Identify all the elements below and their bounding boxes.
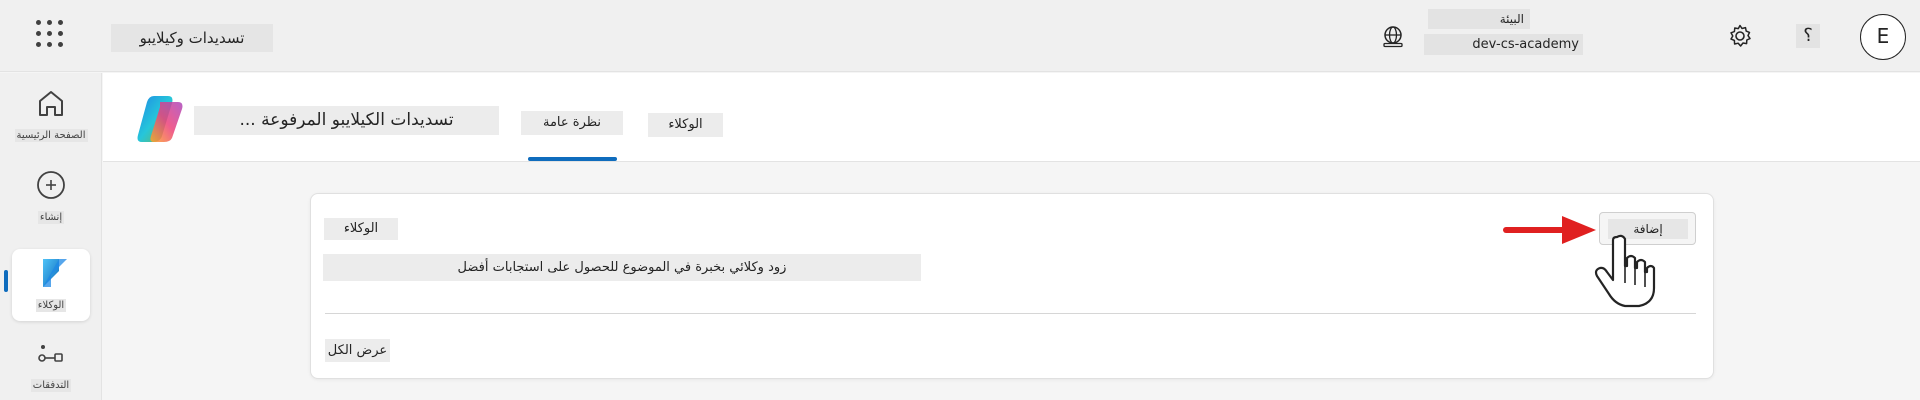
avatar[interactable]: E xyxy=(1860,14,1906,60)
show-all-link[interactable]: عرض الكل xyxy=(325,339,390,362)
environment-name[interactable]: dev-cs-academy xyxy=(1424,34,1583,55)
rail-item-label: الصفحة الرئيسية xyxy=(14,129,88,142)
rail-selection-indicator xyxy=(4,270,8,292)
top-bar: تسديدات وكيلايبو البيئة dev-cs-academy ؟… xyxy=(0,0,1920,72)
rail-item-agents[interactable]: الوكلاء xyxy=(12,249,90,321)
pointer-hand-icon xyxy=(1594,234,1656,308)
app-name[interactable]: تسديدات وكيلايبو xyxy=(111,24,273,52)
divider xyxy=(325,313,1696,314)
agent-title: ... تسديدات الكيلايبو المرفوعة xyxy=(194,106,499,135)
rail-item-label: إنشاء xyxy=(37,211,65,224)
selected-tab-indicator xyxy=(528,157,617,161)
rail-item-label: التدفقات xyxy=(30,379,72,392)
rail-item-create[interactable]: إنشاء xyxy=(12,169,90,224)
help-button[interactable]: ؟ xyxy=(1796,24,1820,48)
annotation-arrow-icon xyxy=(1503,216,1596,244)
environment-label: البيئة xyxy=(1428,9,1530,29)
gear-icon[interactable] xyxy=(1726,22,1754,50)
tab-agents[interactable]: الوكلاء xyxy=(648,113,723,137)
globe-icon[interactable] xyxy=(1380,24,1406,50)
app-launcher-icon[interactable] xyxy=(36,20,64,48)
copilot-logo-icon xyxy=(137,96,183,142)
left-rail: الصفحة الرئيسية إنشاء الوكلاء التدفقات xyxy=(0,73,102,400)
rail-item-flows[interactable]: التدفقات xyxy=(12,341,90,392)
card-description: زود وكلائي بخبرة في الموضوع للحصول على ا… xyxy=(323,254,921,281)
flow-icon xyxy=(38,345,63,362)
home-icon xyxy=(39,91,63,116)
card-title: الوكلاء xyxy=(324,218,398,240)
rail-item-home[interactable]: الصفحة الرئيسية xyxy=(12,87,90,142)
agents-icon xyxy=(43,259,67,287)
add-icon xyxy=(37,171,65,199)
rail-item-label: الوكلاء xyxy=(35,299,67,312)
tab-overview[interactable]: نظرة عامة xyxy=(521,111,623,135)
